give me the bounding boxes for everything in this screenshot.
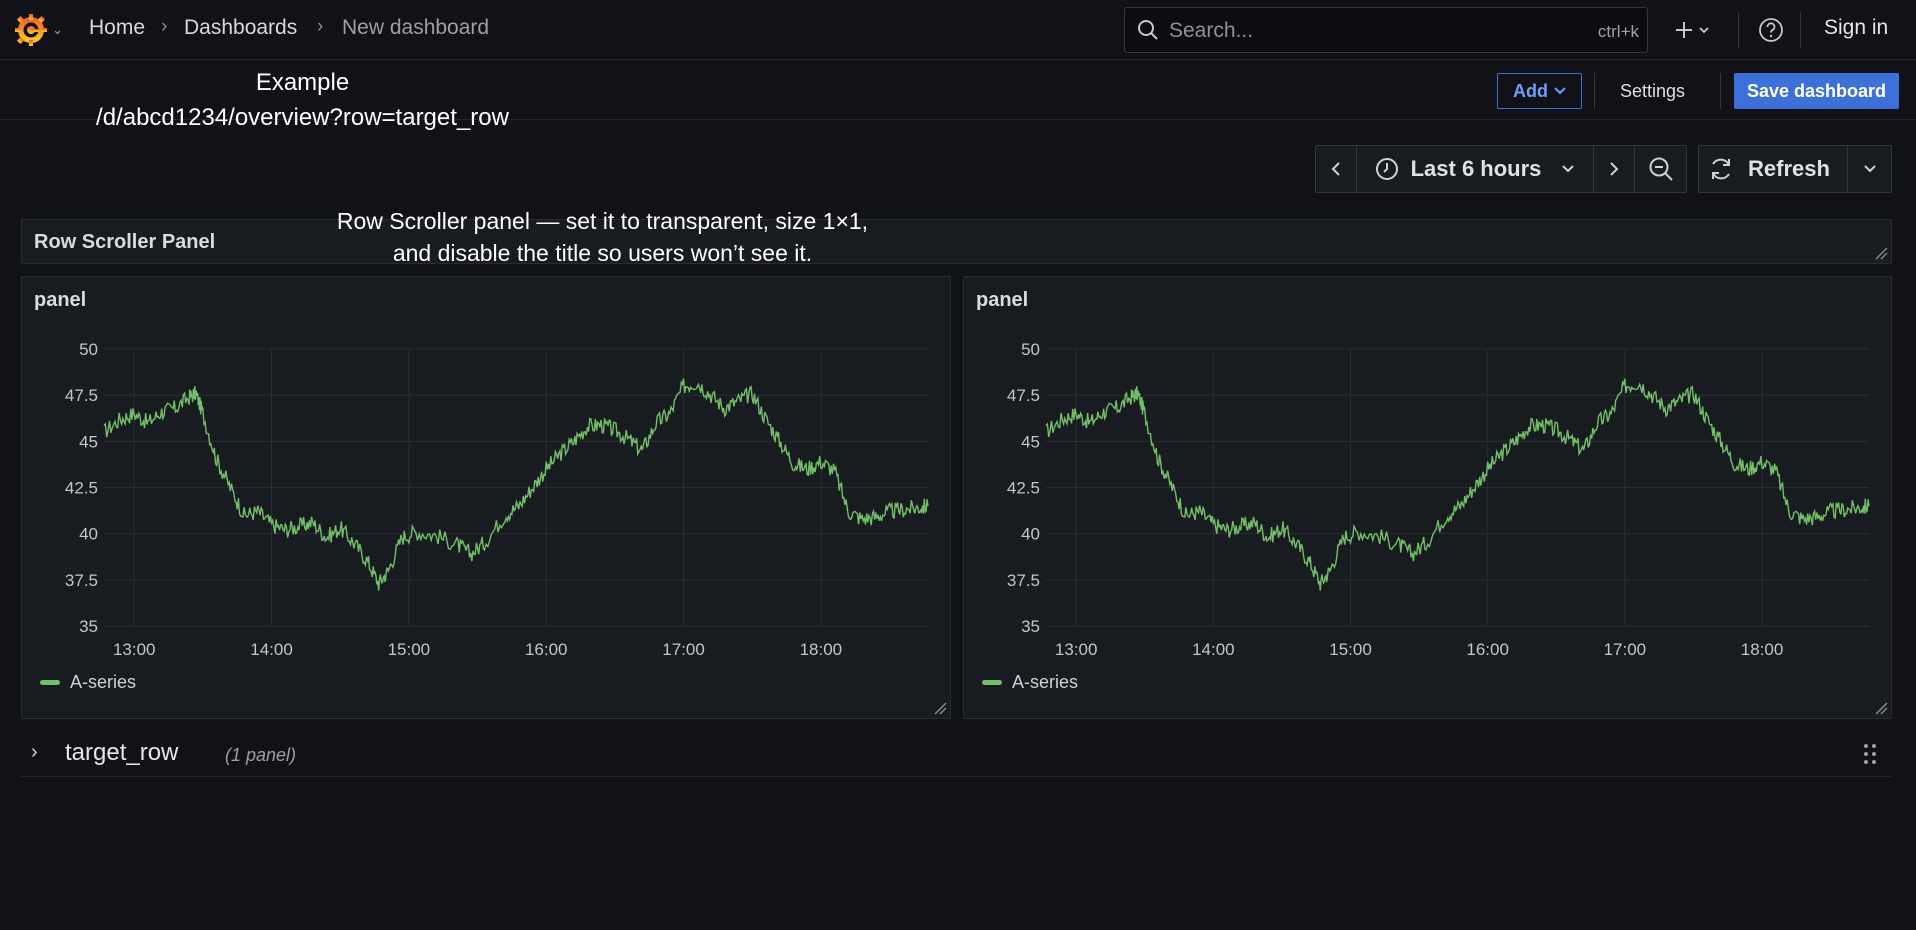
refresh-interval-dropdown[interactable]	[1848, 146, 1891, 192]
example-annotation: Example /d/abcd1234/overview?row=target_…	[30, 65, 575, 135]
x-tick-label: 17:00	[1604, 640, 1647, 657]
divider	[1738, 12, 1739, 48]
y-tick-label: 35	[79, 617, 98, 636]
time-range-picker[interactable]: Last 6 hours	[1357, 146, 1593, 192]
drag-handle-icon[interactable]	[1863, 743, 1877, 765]
zoom-out-icon	[1649, 157, 1673, 181]
x-tick-label: 18:00	[1741, 640, 1784, 657]
time-shift-forward-button[interactable]	[1594, 146, 1634, 192]
refresh-button[interactable]: Refresh	[1699, 146, 1839, 192]
add-button[interactable]: Add	[1497, 73, 1582, 109]
y-tick-label: 47.5	[1007, 386, 1040, 405]
refresh-label: Refresh	[1748, 156, 1830, 181]
chevron-down-icon	[1554, 87, 1566, 95]
row-title[interactable]: target_row	[65, 739, 178, 767]
legend-label: A-series	[1012, 672, 1079, 692]
chevron-down-icon	[1863, 165, 1876, 173]
save-dashboard-button[interactable]: Save dashboard	[1734, 73, 1899, 109]
add-button-label: Add	[1513, 80, 1548, 101]
example-annotation-url: /d/abcd1234/overview?row=target_row	[96, 104, 509, 131]
time-range-label: Last 6 hours	[1410, 156, 1542, 181]
divider	[1720, 73, 1721, 109]
grafana-logo-icon[interactable]	[14, 13, 48, 47]
x-tick-label: 14:00	[1192, 640, 1235, 657]
time-series-panel[interactable]: panel 35 37.5 40 42.5 45 47.5 50 13:00 14:00 15:0…	[21, 276, 951, 719]
series-line	[103, 378, 929, 591]
x-tick-label: 13:00	[1055, 640, 1098, 657]
chevron-right-icon: ›	[317, 16, 324, 37]
scroller-annotation-line: and disable the title so users won’t see…	[392, 240, 813, 266]
scroller-annotation: Row Scroller panel — set it to transpare…	[310, 205, 895, 269]
x-tick-label: 15:00	[1329, 640, 1372, 657]
settings-button[interactable]: Settings	[1606, 73, 1699, 109]
search-placeholder: Search...	[1169, 19, 1254, 42]
x-tick-label: 16:00	[525, 640, 568, 657]
legend-item[interactable]: A-series	[40, 672, 136, 693]
divider	[1594, 73, 1595, 109]
resize-handle-icon[interactable]	[1874, 246, 1888, 260]
chevron-down-icon	[1562, 165, 1575, 173]
y-tick-label: 45	[1021, 432, 1040, 451]
time-picker-group: Last 6 hours	[1315, 145, 1687, 193]
search-input[interactable]: Search... ctrl+k	[1124, 7, 1648, 53]
time-shift-back-button[interactable]	[1316, 146, 1356, 192]
y-tick-label: 42.5	[1007, 479, 1040, 498]
chevron-right-icon: ›	[161, 16, 168, 37]
scroller-annotation-line: Row Scroller panel — set it to transpare…	[336, 208, 869, 234]
y-tick-label: 37.5	[1007, 571, 1040, 590]
help-icon[interactable]	[1758, 17, 1784, 43]
chevron-right-icon[interactable]: ›	[31, 741, 38, 764]
divider	[1800, 12, 1801, 48]
breadcrumb-current: New dashboard	[342, 16, 490, 39]
x-tick-label: 16:00	[1466, 640, 1509, 657]
refresh-icon	[1712, 158, 1731, 180]
time-series-chart: 35 37.5 40 42.5 45 47.5 50 13:00 14:00 15:00 16:00…	[65, 340, 929, 657]
x-tick-label: 15:00	[388, 640, 431, 657]
y-tick-label: 50	[1021, 340, 1040, 359]
legend-item[interactable]: A-series	[982, 672, 1078, 693]
x-tick-label: 18:00	[800, 640, 843, 657]
new-menu-button[interactable]	[1665, 13, 1719, 47]
x-tick-label: 17:00	[662, 640, 705, 657]
time-series-panel[interactable]: panel 35 37.5 40 42.5 45 47.5 50 13:00 14:00 15:0…	[963, 276, 1892, 719]
y-tick-label: 47.5	[65, 386, 98, 405]
series-line	[1045, 378, 1870, 591]
y-tick-label: 40	[79, 525, 98, 544]
chevron-left-icon	[1331, 162, 1340, 176]
breadcrumb-home[interactable]: Home	[89, 16, 145, 40]
x-tick-label: 13:00	[113, 640, 156, 657]
chevron-down-icon[interactable]: ⌄	[52, 22, 63, 38]
chevron-right-icon	[1610, 162, 1619, 176]
y-tick-label: 50	[79, 340, 98, 359]
y-tick-label: 35	[1021, 617, 1040, 636]
clock-icon	[1375, 158, 1398, 180]
y-tick-label: 37.5	[65, 571, 98, 590]
search-icon	[1138, 20, 1158, 40]
resize-handle-icon[interactable]	[1874, 701, 1888, 715]
time-series-chart: 35 37.5 40 42.5 45 47.5 50 13:00 14:00 15:00 16:00…	[1007, 340, 1870, 657]
panel-title: Row Scroller Panel	[34, 231, 216, 253]
y-tick-label: 40	[1021, 525, 1040, 544]
legend-swatch	[982, 680, 1002, 685]
refresh-group: Refresh	[1698, 145, 1892, 193]
legend-swatch	[40, 680, 60, 685]
search-shortcut: ctrl+k	[1597, 22, 1639, 41]
y-tick-label: 42.5	[65, 479, 98, 498]
plus-icon	[1676, 22, 1692, 38]
dashboard-row[interactable]: › target_row (1 panel)	[21, 733, 1891, 777]
row-panel-count: (1 panel)	[225, 745, 297, 765]
sign-in-link[interactable]: Sign in	[1824, 16, 1888, 40]
row-scroller-panel[interactable]: Row Scroller Panel	[21, 219, 1892, 264]
y-tick-label: 45	[79, 432, 98, 451]
example-annotation-line: Example	[255, 69, 350, 96]
legend-label: A-series	[70, 672, 137, 692]
resize-handle-icon[interactable]	[933, 701, 947, 715]
breadcrumb-dashboards[interactable]: Dashboards	[184, 16, 297, 40]
top-nav-bar: ⌄ Home › Dashboards › New dashboard Sear…	[0, 0, 1916, 60]
chevron-down-icon	[1699, 27, 1709, 34]
zoom-out-button[interactable]	[1635, 146, 1686, 192]
x-tick-label: 14:00	[250, 640, 293, 657]
